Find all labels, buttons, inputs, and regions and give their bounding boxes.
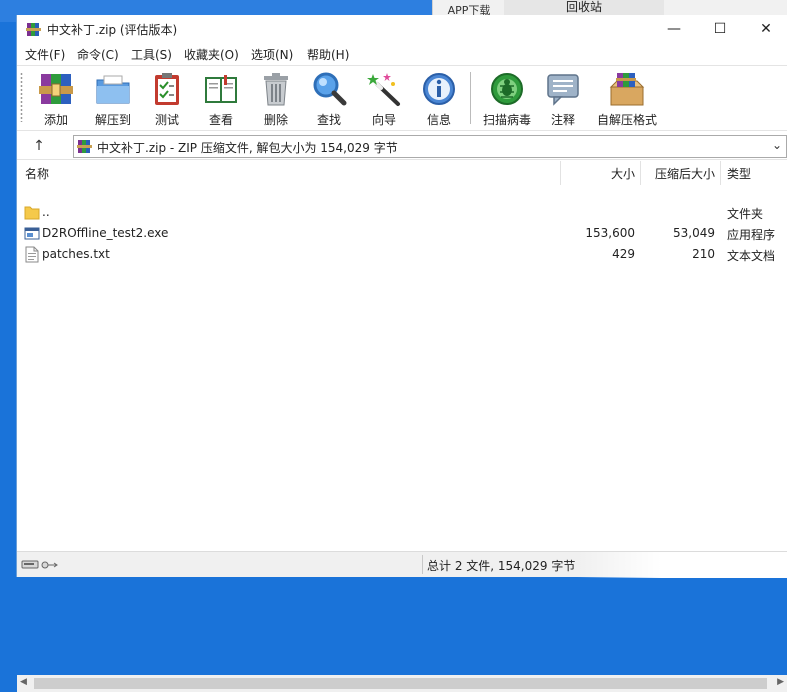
column-packed[interactable]: 压缩后大小 [655,165,715,182]
find-label: 查找 [316,113,341,127]
test-clipboard-icon [155,73,179,105]
extract-to-label: 解压到 [94,113,131,127]
comment-icon [547,74,579,106]
winrar-window: 中文补丁.zip (评估版本) — ☐ ✕ 文件(F) 命令(C) 工具(S) … [16,15,787,692]
list-item[interactable]: patches.txt 429 210 文本文档 [17,244,787,265]
add-button[interactable]: 添加 [35,70,77,128]
extract-to-button[interactable]: 解压到 [89,70,137,128]
comment-label: 注释 [550,113,575,127]
close-button[interactable]: ✕ [743,15,787,44]
status-summary: 总计 2 文件, 154,029 字节 [427,559,576,573]
file-name: patches.txt [42,247,110,261]
file-name: D2ROffline_test2.exe [42,226,169,240]
file-packed-size: 210 [692,247,715,261]
path-text: 中文补丁.zip - ZIP 压缩文件, 解包大小为 154,029 字节 [97,141,398,155]
file-type: 文本文档 [727,249,776,263]
menu-bar: 文件(F) 命令(C) 工具(S) 收藏夹(O) 选项(N) 帮助(H) [17,44,787,64]
sfx-box-icon [609,73,645,106]
list-item[interactable]: .. 文件夹 [17,202,787,223]
find-button[interactable]: 查找 [309,70,349,128]
sfx-label: 自解压格式 [596,113,657,127]
file-packed-size: 53,049 [673,226,715,240]
up-folder-button[interactable]: ↑ [29,136,49,156]
info-button[interactable]: 信息 [419,70,459,128]
view-book-icon [205,75,237,103]
column-name[interactable]: 名称 [25,165,49,182]
trash-icon [264,73,288,106]
background-tab-app-download[interactable]: APP下载 [440,0,498,16]
column-divider[interactable] [720,161,721,185]
virus-scan-button[interactable]: 扫描病毒 [479,70,535,128]
scroll-left-icon[interactable]: ◀ [20,677,27,687]
scrollbar-thumb[interactable] [34,678,767,689]
column-size[interactable]: 大小 [611,165,635,182]
delete-label: 删除 [263,113,288,127]
menu-tools[interactable]: 工具(S) [131,46,172,63]
delete-button[interactable]: 删除 [257,70,295,128]
test-button[interactable]: 测试 [147,70,187,128]
view-button[interactable]: 查看 [199,70,243,128]
file-type: 文件夹 [727,207,764,221]
menu-help[interactable]: 帮助(H) [307,46,349,63]
maximize-button[interactable]: ☐ [697,15,743,44]
drive-status-icon[interactable] [21,560,59,570]
file-size: 153,600 [585,226,635,240]
file-list: 名称 大小 压缩后大小 类型 .. 文件夹 D2ROffline_test2.e… [17,161,787,692]
view-label: 查看 [208,113,233,127]
winrar-app-icon [26,23,41,36]
list-header: 名称 大小 压缩后大小 类型 [17,161,787,185]
file-size: 429 [612,247,635,261]
path-field[interactable]: 中文补丁.zip - ZIP 压缩文件, 解包大小为 154,029 字节 ⌄ [73,135,787,158]
toolbar-separator [470,72,471,124]
toolbar-grip[interactable] [20,72,23,122]
virus-scan-label: 扫描病毒 [482,113,531,127]
column-type[interactable]: 类型 [727,165,751,182]
menu-favorites[interactable]: 收藏夹(O) [184,46,239,63]
info-icon [423,73,455,105]
up-arrow-icon: ↑ [33,138,45,154]
info-label: 信息 [426,113,451,127]
window-title: 中文补丁.zip (评估版本) [47,23,178,37]
toolbar: 添加 解压到 测试 查看 删除 查找 向导 信息 扫描病毒 注释 自解压格式 [17,65,787,129]
folder-icon [24,206,40,220]
column-divider[interactable] [560,161,561,185]
virus-scan-icon [491,73,523,105]
title-bar[interactable]: 中文补丁.zip (评估版本) — ☐ ✕ [17,15,787,44]
status-divider [422,555,423,574]
chevron-down-icon[interactable]: ⌄ [772,138,782,152]
menu-options[interactable]: 选项(N) [251,46,293,63]
add-label: 添加 [43,113,68,127]
list-item[interactable]: D2ROffline_test2.exe 153,600 53,049 应用程序 [17,223,787,244]
menu-file[interactable]: 文件(F) [25,46,65,63]
address-bar: ↑ 中文补丁.zip - ZIP 压缩文件, 解包大小为 154,029 字节 … [17,130,787,160]
status-fade-overlay [577,552,787,578]
horizontal-scrollbar[interactable]: ◀ ▶ [17,675,787,692]
sfx-button[interactable]: 自解压格式 [595,70,659,128]
file-name: .. [42,205,50,219]
text-file-icon [25,246,39,263]
wizard-wand-icon [367,73,400,106]
extract-folder-icon [96,75,130,104]
file-type: 应用程序 [727,228,776,242]
add-archive-icon [39,74,73,104]
minimize-button[interactable]: — [651,15,697,44]
status-bar: 总计 2 文件, 154,029 字节 [17,551,787,578]
column-divider[interactable] [640,161,641,185]
scroll-right-icon[interactable]: ▶ [777,677,784,687]
menu-commands[interactable]: 命令(C) [77,46,119,63]
background-tab-recycle-bin[interactable]: 回收站 [504,0,664,16]
magnifier-icon [313,72,347,106]
test-label: 测试 [154,113,179,127]
wizard-button[interactable]: 向导 [364,70,404,128]
archive-icon [77,140,92,153]
wizard-label: 向导 [371,113,396,127]
comment-button[interactable]: 注释 [544,70,582,128]
exe-icon [24,227,40,240]
